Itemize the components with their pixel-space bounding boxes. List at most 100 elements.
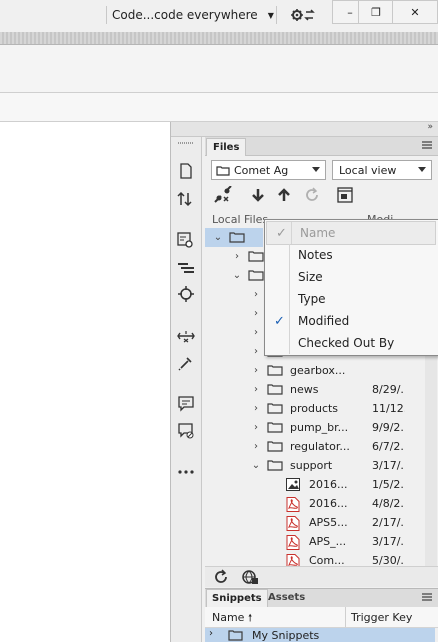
sort-transfer-icon[interactable] [176,189,196,209]
divider [345,607,346,627]
tree-row[interactable]: APS5... 2/17/... [205,513,405,532]
file-modified: 1/5/2... [372,478,405,491]
globe-log-icon[interactable] [241,569,259,585]
menu-item-modified[interactable]: ✓ Modified [265,310,437,332]
menu-item-checked-out-by[interactable]: Checked Out By [265,332,437,354]
menu-item-label: Notes [298,248,333,262]
folder-icon [228,629,243,641]
checkmark-icon: ✓ [276,225,287,241]
file-modified: 3/17/... [372,459,405,472]
snippet-folder-label: My Snippets [252,629,320,642]
file-modified: 9/9/2... [372,421,405,434]
disconnect-icon[interactable] [213,185,233,205]
file-modified: 3/17/... [372,535,405,548]
tree-row[interactable]: › gearbox... [205,361,405,380]
menu-item-notes[interactable]: Notes [265,244,437,266]
divider [289,244,290,266]
put-files-icon[interactable] [274,185,294,205]
menu-item-label: Size [298,270,323,284]
chevron-right-icon[interactable]: › [251,384,261,395]
pdf-file-icon [286,535,300,550]
document-tab-strip [0,32,438,45]
chevron-down-icon[interactable]: ⌄ [251,460,261,471]
inspect-icon[interactable] [176,230,196,250]
tree-row[interactable]: › news 8/29/... [205,380,405,399]
refresh-icon[interactable] [213,569,229,585]
file-name: APS5... [309,516,348,529]
file-name: 2016... [309,478,348,491]
snippet-folder-row[interactable]: › My Snippets [205,628,435,642]
get-files-icon[interactable] [248,185,268,205]
menu-item-name: ✓ Name [266,221,436,245]
chevron-right-icon[interactable]: › [251,308,261,319]
chevron-right-icon[interactable]: › [232,251,242,262]
folder-icon [229,231,245,243]
site-select[interactable]: Comet Ag [211,160,326,180]
comment-icon[interactable] [176,394,196,414]
document-toolbar [0,45,438,93]
divider [289,266,290,288]
divider [289,288,290,310]
folder-icon [216,165,230,176]
tab-snippets[interactable]: Snippets [206,589,268,607]
more-icon[interactable] [176,462,196,482]
divider [106,6,107,24]
workspace-switcher[interactable]: Code...code everywhere ▼ [112,6,274,24]
grip-icon[interactable] [176,139,196,147]
dom-compare-icon[interactable] [176,326,196,346]
column-local-files[interactable]: Local Files [212,213,268,226]
close-button[interactable]: ✕ [392,0,438,24]
folder-icon [248,269,264,281]
tree-row[interactable]: › pump_br... 9/9/2... [205,418,405,437]
chevron-right-icon[interactable]: › [251,327,261,338]
tree-row[interactable]: APS_... 3/17/... [205,532,405,551]
sync-settings-icon[interactable] [290,7,316,23]
checkmark-icon: ✓ [274,313,285,329]
view-select[interactable]: Local view [332,160,432,180]
tree-row[interactable]: 2016... 1/5/2... [205,475,405,494]
chevron-right-icon[interactable]: › [251,289,261,300]
file-name: news [290,383,319,396]
menu-item-size[interactable]: Size [265,266,437,288]
divider [289,310,290,332]
tree-row[interactable]: ⌄ [205,228,263,247]
chevron-right-icon[interactable]: › [251,365,261,376]
css-designer-icon[interactable] [176,258,196,278]
panel-menu-icon[interactable] [422,593,432,601]
target-icon[interactable] [176,284,196,304]
panel-menu-icon[interactable] [422,141,432,149]
tab-assets[interactable]: Assets [263,589,310,606]
file-name: regulator... [290,440,350,453]
chevron-right-icon[interactable]: › [251,441,261,452]
column-name-label: Name [212,611,245,624]
chevron-down-icon[interactable]: ⌄ [213,232,223,243]
sync-icon[interactable] [302,185,322,205]
document-area[interactable] [0,122,171,642]
chevron-right-icon[interactable]: › [251,346,261,357]
collapse-panels-icon[interactable]: » [427,122,433,132]
eyedropper-icon[interactable] [176,353,196,373]
chevron-right-icon[interactable]: › [209,628,213,639]
tree-row[interactable]: › products 11/12... [205,399,405,418]
close-icon: ✕ [410,5,420,19]
file-name: support [290,459,333,472]
folder-icon [267,402,283,414]
divider [276,6,277,24]
column-name[interactable]: Name 🠕 [212,611,252,628]
restore-button[interactable]: ❐ [358,0,394,24]
chevron-right-icon[interactable]: › [251,403,261,414]
chevron-right-icon[interactable]: › [251,422,261,433]
expand-view-icon[interactable] [335,185,355,205]
file-name: gearbox... [290,364,346,377]
snippets-column-header: Name 🠕 Trigger Key [205,607,438,628]
chevron-down-icon[interactable]: ⌄ [232,270,242,281]
comment-off-icon[interactable] [176,421,196,441]
tree-row[interactable]: ⌄ support 3/17/... [205,456,405,475]
new-file-icon[interactable] [176,161,196,181]
divider [289,332,290,354]
tree-row[interactable]: 2016... 4/8/2... [205,494,405,513]
menu-item-type[interactable]: Type [265,288,437,310]
tree-row[interactable]: › regulator... 6/7/2... [205,437,405,456]
column-trigger-key[interactable]: Trigger Key [351,611,412,624]
tab-files[interactable]: Files [206,138,247,156]
